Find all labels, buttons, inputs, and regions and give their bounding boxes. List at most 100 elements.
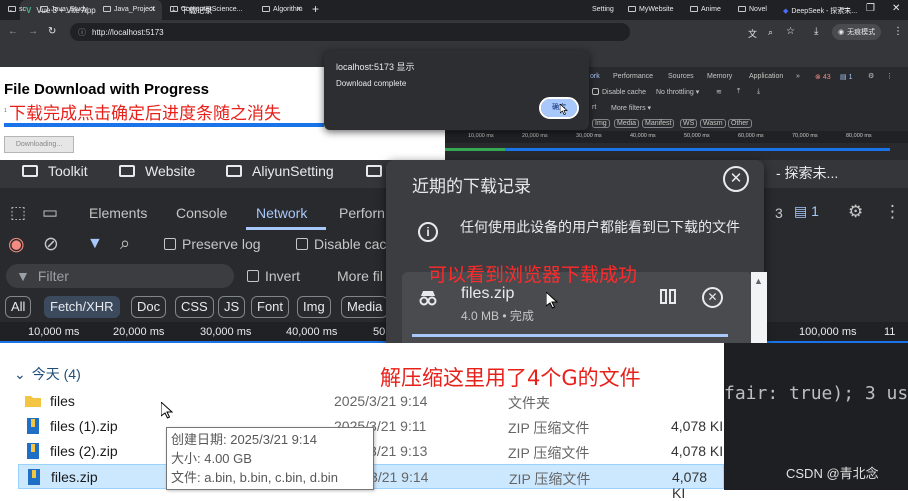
bookmark-website[interactable]: Website (119, 163, 195, 179)
chip-js[interactable]: JS (218, 296, 246, 318)
downloads-icon[interactable]: ⤓ (814, 26, 818, 37)
maximize-button[interactable]: ❐ (866, 3, 875, 14)
incognito-badge[interactable]: ◉ 无痕模式 (832, 24, 882, 40)
address-bar[interactable]: ⓘ http://localhost:5173 (70, 23, 630, 41)
file-type: ZIP 压缩文件 (508, 420, 590, 436)
remove-download-icon[interactable]: ✕ (702, 287, 723, 308)
chip-css[interactable]: CSS (175, 296, 214, 318)
bookmark-toolkit[interactable]: Toolkit (22, 163, 88, 179)
filter-ws[interactable]: WS (680, 119, 698, 128)
devtools-tab-elements[interactable]: Elements (89, 205, 147, 221)
download-file-name[interactable]: files.zip (461, 285, 514, 303)
throttling-select[interactable]: No throttling ▾ (656, 88, 699, 96)
group-header-today[interactable]: ⌄ 今天 (4) (14, 364, 81, 384)
zip-file-icon (27, 418, 39, 434)
translate-icon[interactable]: 文 (748, 27, 757, 40)
zoom-icon[interactable]: ⌕ (768, 27, 773, 38)
preserve-log-checkbox[interactable]: Preserve log (164, 236, 261, 252)
bookmark-novel[interactable]: Novel (738, 6, 767, 13)
close-icon[interactable]: ✕ (723, 166, 749, 192)
settings-icon[interactable]: ⚙ (848, 202, 863, 222)
site-info-icon[interactable]: ⓘ (78, 27, 86, 38)
search-icon[interactable]: ⌕ (120, 233, 130, 254)
record-icon[interactable]: ◉ (8, 233, 25, 256)
bookmark-java-study[interactable]: Java_Study (40, 6, 88, 13)
wifi-icon[interactable]: ≋ (716, 88, 722, 96)
filter-manifest[interactable]: Manifest (642, 119, 675, 128)
device-toolbar-icon[interactable]: ▭ (42, 203, 58, 223)
download-button[interactable]: Downloading... (4, 136, 74, 153)
reload-icon[interactable]: ↻ (48, 26, 56, 37)
new-tab-button[interactable]: + (312, 2, 319, 16)
disable-cache-checkbox[interactable]: Disable cac (296, 236, 386, 252)
message-count-badge[interactable]: ▤ 1 (840, 73, 852, 81)
more-icon[interactable]: ⋮ (884, 202, 901, 222)
bookmark-label: Website (145, 163, 196, 179)
filter-img[interactable]: Img (592, 119, 610, 128)
bookmark-aliyunsetting[interactable]: AliyunSetting (226, 163, 334, 179)
folder-icon (690, 6, 698, 12)
more-icon[interactable]: ⋮ (886, 72, 893, 80)
bookmark-algorithm[interactable]: Algorithm (262, 6, 303, 13)
error-count-badge[interactable]: ⊗ 43 (815, 73, 831, 81)
timeline-tick: 30,000 ms (576, 133, 602, 139)
show-in-folder-icon[interactable] (660, 289, 676, 304)
scroll-up-icon[interactable]: ▲ (754, 276, 763, 286)
page-title: File Download with Progress (4, 81, 210, 98)
settings-icon[interactable]: ⚙ (868, 72, 874, 80)
inspect-icon[interactable]: ⬚ (10, 203, 26, 223)
devtools-tab-memory[interactable]: Memory (707, 73, 732, 80)
bookmark-mywebsite[interactable]: MyWebsite (628, 6, 674, 13)
bookmark-sc[interactable]: sc (8, 6, 26, 13)
alert-ok-button[interactable]: 确定 (539, 97, 579, 119)
bookmark-label: Novel (749, 6, 767, 13)
disable-cache-checkbox[interactable]: Disable cache (592, 88, 646, 96)
devtools-tab-network[interactable]: Network (256, 205, 307, 221)
bookmark-anime[interactable]: Anime (690, 6, 721, 13)
back-icon[interactable]: ← (8, 26, 18, 37)
bookmark-java-project[interactable]: Java_Project (103, 6, 154, 13)
devtools-tab-sources[interactable]: Sources (668, 73, 694, 80)
more-filters-button[interactable]: More filters ▾ (611, 104, 651, 112)
chip-img[interactable]: Img (297, 296, 331, 318)
filter-other[interactable]: Other (728, 119, 752, 128)
menu-icon[interactable]: ⋮ (893, 26, 903, 37)
incognito-label: 无痕模式 (847, 29, 876, 36)
chip-doc[interactable]: Doc (131, 296, 167, 318)
bookmark-deepseek[interactable]: ◆ DeepSeek - 探索未... (783, 6, 857, 16)
filter-funnel-icon[interactable]: ▼ (87, 235, 103, 253)
message-count-badge[interactable]: ▤ 1 (794, 203, 819, 220)
more-filters-button[interactable]: More fil (337, 268, 383, 284)
close-window-button[interactable]: ✕ (892, 3, 900, 14)
devtools-tab-performance[interactable]: Perforn (339, 205, 385, 221)
upload-icon[interactable]: ⤒ (737, 88, 740, 96)
bookmark-star-icon[interactable]: ☆ (786, 26, 795, 37)
checkbox-box (296, 238, 308, 250)
file-row[interactable]: files 2025/3/21 9:14 文件夹 (18, 389, 724, 414)
chip-media[interactable]: Media (341, 296, 389, 318)
info-icon: i (418, 222, 438, 242)
clear-icon[interactable]: ⊘ (43, 233, 59, 256)
devtools-tab-network[interactable]: ork (590, 73, 600, 80)
filter-placeholder: Filter (37, 268, 69, 284)
download-har-icon[interactable]: ⤓ (757, 88, 760, 96)
devtools-more-tabs[interactable]: » (796, 73, 800, 80)
filter-input[interactable]: ▼ Filter (6, 264, 234, 288)
bookmark-deepseek-zoomed[interactable]: - 探索未... (776, 163, 838, 183)
devtools-tab-performance[interactable]: Performance (613, 73, 653, 80)
chip-all[interactable]: All (5, 296, 32, 318)
forward-icon[interactable]: → (28, 26, 38, 37)
invert-label[interactable]: rt (592, 104, 596, 111)
timeline-tick: 10,000 ms (28, 326, 80, 338)
devtools-tab-application[interactable]: Application (749, 73, 783, 80)
invert-checkbox[interactable]: Invert (247, 268, 300, 284)
bookmark-label: Algorithm (273, 6, 303, 13)
chip-font[interactable]: Font (251, 296, 290, 318)
bookmark-computer-science[interactable]: ComputerScience... (170, 6, 242, 13)
filter-wasm[interactable]: Wasm (700, 119, 726, 128)
progress-bar (4, 123, 324, 127)
filter-media[interactable]: Media (614, 119, 640, 128)
bookmark-setting[interactable]: Setting (592, 6, 614, 13)
devtools-tab-console[interactable]: Console (176, 205, 227, 221)
chip-fetch-xhr[interactable]: Fetch/XHR (44, 296, 120, 318)
